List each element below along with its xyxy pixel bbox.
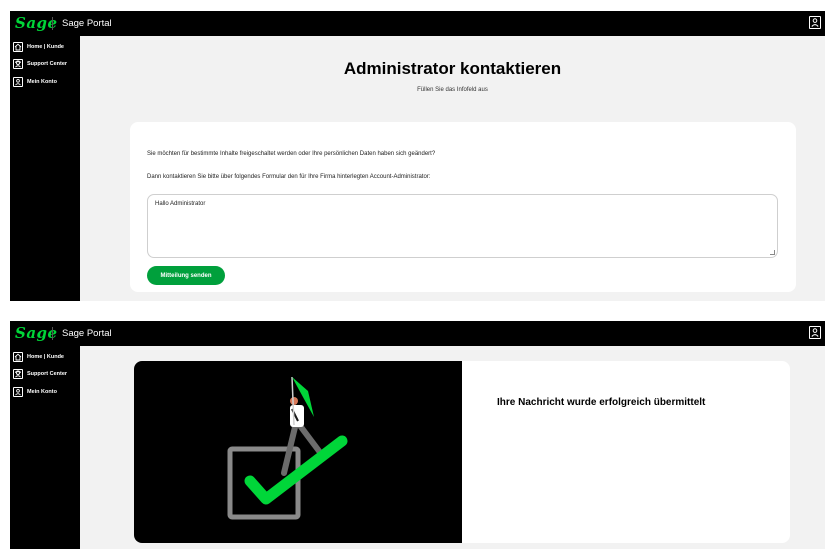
contact-form-screen: Sage Sage Portal Home | Kunde Support Ce… (10, 11, 825, 301)
page-subtitle: Füllen Sie das Infofeld aus (417, 87, 488, 93)
top-bar: Sage Sage Portal (10, 321, 825, 346)
top-bar: Sage Sage Portal (10, 11, 825, 36)
intro-text-2: Dann kontaktieren Sie bitte über folgend… (147, 174, 431, 180)
portal-title: Sage Portal (62, 328, 112, 339)
success-screen: Sage Sage Portal Home | Kunde Support Ce… (10, 321, 825, 549)
success-illustration (134, 361, 462, 543)
contact-form-card: Sie möchten für bestimmte Inhalte freige… (130, 122, 796, 292)
home-icon (13, 42, 23, 52)
support-icon (13, 59, 23, 69)
sidebar-item-label: Support Center (27, 61, 68, 67)
sidebar-item-mein-konto[interactable]: Mein Konto (13, 386, 57, 398)
checkmark-flag-icon (227, 376, 348, 520)
sidebar-item-label: Mein Konto (27, 389, 57, 395)
message-textarea[interactable]: Hallo Administrator (147, 194, 778, 258)
sidebar-item-support-center[interactable]: Support Center (13, 368, 67, 380)
sidebar-item-home[interactable]: Home | Kunde (13, 351, 64, 363)
user-icon (811, 18, 819, 27)
page-title: Administrator kontaktieren (343, 59, 562, 78)
logo-divider (52, 327, 53, 340)
sidebar: Home | Kunde Support Center Mein Konto (10, 346, 80, 549)
user-account-button[interactable] (809, 16, 821, 29)
logo-divider (52, 17, 53, 30)
sidebar-item-label: Mein Konto (27, 79, 57, 85)
message-value: Hallo Administrator (155, 201, 206, 207)
send-message-button[interactable]: Mitteilung senden (147, 266, 225, 285)
success-message: Ihre Nachricht wurde erfolgreich übermit… (497, 397, 706, 408)
sidebar-item-mein-konto[interactable]: Mein Konto (13, 76, 57, 88)
intro-text-1: Sie möchten für bestimmte Inhalte freige… (147, 151, 436, 157)
sidebar-item-support-center[interactable]: Support Center (13, 58, 67, 70)
user-account-button[interactable] (809, 326, 821, 339)
home-icon (13, 352, 23, 362)
portal-title: Sage Portal (62, 18, 112, 29)
sidebar-item-label: Home | Kunde (27, 44, 64, 50)
sidebar-item-label: Support Center (27, 371, 68, 377)
success-card: Ihre Nachricht wurde erfolgreich übermit… (134, 361, 790, 543)
sidebar-item-label: Home | Kunde (27, 354, 64, 360)
support-icon (13, 369, 23, 379)
resize-handle[interactable] (770, 250, 775, 255)
sidebar-item-home[interactable]: Home | Kunde (13, 41, 64, 53)
user-icon (811, 328, 819, 337)
sidebar: Home | Kunde Support Center Mein Konto (10, 36, 80, 301)
account-icon (13, 387, 23, 397)
account-icon (13, 77, 23, 87)
